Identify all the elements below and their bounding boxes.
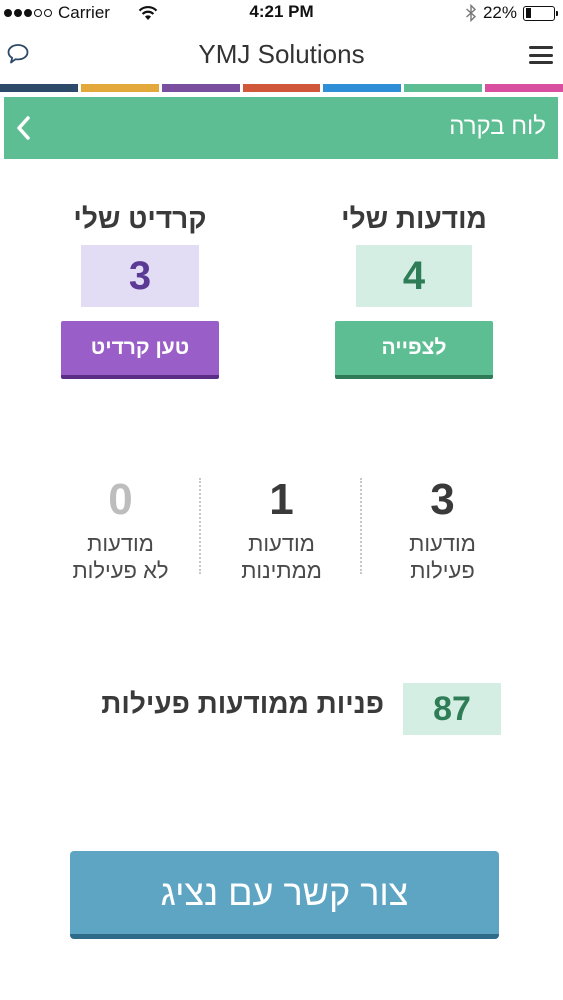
- pending-ads-caption: מודעות ממתינות: [241, 531, 322, 583]
- app-title: YMJ Solutions: [198, 39, 365, 69]
- my-credit-label: קרדיט שלי: [73, 203, 207, 234]
- pending-ads-stat: 1 מודעות ממתינות: [201, 476, 362, 586]
- my-credit-count: 3: [81, 245, 199, 307]
- inquiries-label: פניות ממודעות פעילות: [101, 688, 384, 719]
- app-header: YMJ Solutions: [0, 26, 563, 84]
- battery-icon: [523, 5, 558, 21]
- color-strip: [0, 84, 563, 92]
- color-strip-segment: [242, 84, 321, 92]
- view-ads-button[interactable]: לצפייה: [335, 321, 493, 379]
- active-ads-stat: 3 מודעות פעילות: [362, 476, 523, 586]
- inactive-ads-stat: 0 מודעות לא פעילות: [40, 476, 201, 586]
- status-right: 22%: [465, 3, 558, 23]
- inactive-ads-caption: מודעות לא פעילות: [72, 531, 169, 583]
- ad-status-stats: 3 מודעות פעילות 1 מודעות ממתינות 0 מודעו…: [40, 476, 523, 586]
- load-credit-button[interactable]: טען קרדיט: [61, 321, 219, 379]
- status-bar: Carrier 4:21 PM 22%: [0, 0, 563, 26]
- my-ads-label: מודעות שלי: [341, 203, 487, 234]
- battery-percent: 22%: [482, 3, 517, 22]
- color-strip-segment: [80, 84, 159, 92]
- inactive-ads-count: 0: [108, 475, 133, 524]
- inquiries-count: 87: [403, 683, 501, 735]
- active-ads-count: 3: [430, 475, 455, 524]
- hamburger-menu-icon[interactable]: [529, 46, 553, 64]
- color-strip-segment: [323, 84, 402, 92]
- bluetooth-icon: [466, 4, 476, 22]
- color-strip-segment: [485, 84, 563, 92]
- active-ads-caption: מודעות פעילות: [409, 531, 476, 583]
- my-ads-count: 4: [356, 245, 472, 307]
- chevron-left-icon[interactable]: [12, 113, 36, 143]
- color-strip-segment: [161, 84, 240, 92]
- contact-representative-button[interactable]: צור קשר עם נציג: [70, 851, 499, 939]
- page-title: לוח בקרה: [449, 113, 546, 140]
- color-strip-segment: [0, 84, 78, 92]
- battery-level: [525, 8, 532, 18]
- my-ads-block: מודעות שלי 4 לצפייה: [334, 203, 494, 379]
- my-credit-block: קרדיט שלי 3 טען קרדיט: [60, 203, 220, 379]
- page-title-bar: לוח בקרה: [4, 97, 558, 159]
- pending-ads-count: 1: [269, 475, 294, 524]
- color-strip-segment: [404, 84, 483, 92]
